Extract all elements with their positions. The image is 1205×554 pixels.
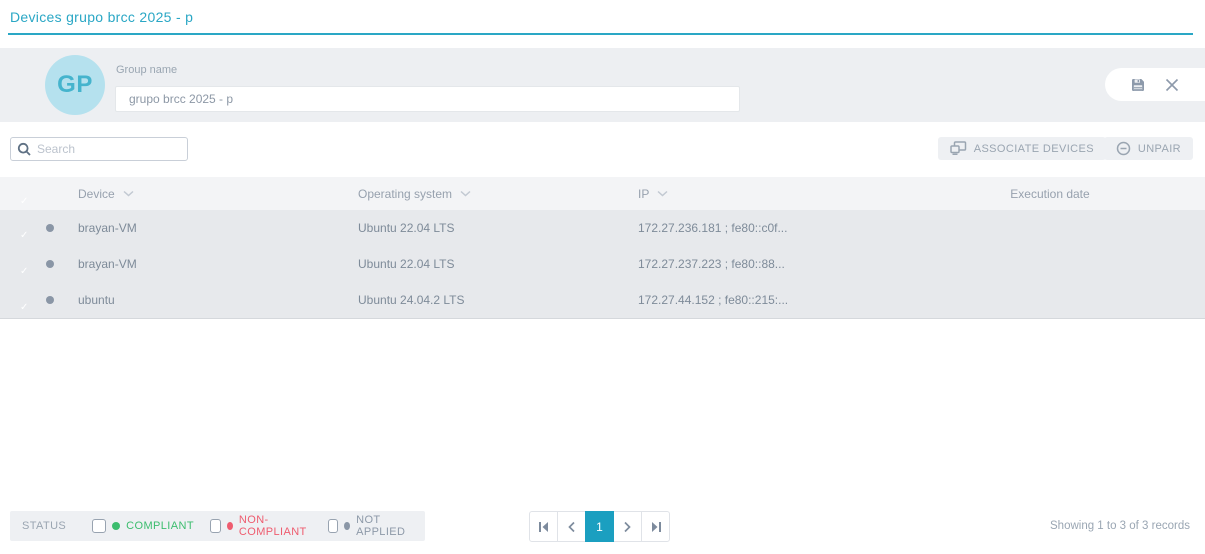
previous-page-icon [567,521,576,533]
last-page-button[interactable] [641,511,670,542]
search-icon [17,142,32,157]
associate-devices-button[interactable]: ASSOCIATE DEVICES [938,137,1106,160]
status-dot [46,260,54,268]
column-label: Execution date [1010,187,1089,201]
status-legend-label: STATUS [10,520,78,532]
column-label: Operating system [358,187,452,201]
compliant-dot-icon [112,522,120,530]
unpair-icon [1116,141,1131,156]
not-applied-dot-icon [344,522,350,530]
status-dot [46,224,54,232]
device-os: Ubuntu 22.04 LTS [358,221,455,235]
device-name: brayan-VM [78,221,137,235]
pagination: 1 [529,511,670,542]
column-header-os[interactable]: Operating system [358,187,471,201]
devices-icon [950,141,967,156]
compliant-label: COMPLIANT [126,520,194,532]
next-page-button[interactable] [613,511,642,542]
unpair-label: UNPAIR [1138,143,1181,155]
legend-item-compliant[interactable]: COMPLIANT [92,519,194,533]
page-1-button[interactable]: 1 [585,511,614,542]
unpair-button[interactable]: UNPAIR [1104,137,1193,160]
table-header: Device Operating system IP Execution dat… [0,177,1205,210]
non-compliant-dot-icon [227,522,233,530]
device-ip: 172.27.236.181 ; fe80::c0f... [638,221,787,235]
group-avatar: GP [45,55,105,115]
table-row[interactable]: brayan-VM Ubuntu 22.04 LTS 172.27.236.18… [0,210,1205,246]
group-name-input[interactable] [115,86,740,112]
title-divider [8,33,1193,35]
next-page-icon [623,521,632,533]
previous-page-button[interactable] [557,511,586,542]
compliant-checkbox[interactable] [92,519,106,533]
table-row[interactable]: ubuntu Ubuntu 24.04.2 LTS 172.27.44.152 … [0,282,1205,319]
search-box [10,137,188,161]
device-os: Ubuntu 24.04.2 LTS [358,293,465,307]
table-row[interactable]: brayan-VM Ubuntu 22.04 LTS 172.27.237.22… [0,246,1205,282]
non-compliant-checkbox[interactable] [210,519,221,533]
sort-chevron-icon [460,190,471,197]
last-page-icon [650,521,662,533]
sort-chevron-icon [123,190,134,197]
first-page-button[interactable] [529,511,558,542]
save-icon [1130,77,1146,93]
group-panel: GP Group name [0,48,1205,122]
status-legend: STATUS COMPLIANT NON-COMPLIANT NOT APPLI… [10,511,425,541]
not-applied-checkbox[interactable] [328,519,339,533]
device-ip: 172.27.44.152 ; fe80::215:... [638,293,788,307]
first-page-icon [538,521,550,533]
column-label: IP [638,187,649,201]
device-ip: 172.27.237.223 ; fe80::88... [638,257,785,271]
panel-actions [1105,68,1205,101]
device-os: Ubuntu 22.04 LTS [358,257,455,271]
column-label: Device [78,187,115,201]
legend-item-not-applied[interactable]: NOT APPLIED [328,514,411,538]
associate-devices-label: ASSOCIATE DEVICES [974,143,1094,155]
search-input[interactable] [37,142,181,156]
not-applied-label: NOT APPLIED [356,514,411,538]
device-name: brayan-VM [78,257,137,271]
save-button[interactable] [1128,75,1148,95]
close-button[interactable] [1162,75,1182,95]
device-name: ubuntu [78,293,115,307]
non-compliant-label: NON-COMPLIANT [239,514,312,538]
page-title: Devices grupo brcc 2025 - p [10,9,193,25]
records-summary: Showing 1 to 3 of 3 records [1050,520,1190,532]
legend-item-non-compliant[interactable]: NON-COMPLIANT [210,514,312,538]
close-icon [1164,77,1180,93]
column-header-execution-date: Execution date [930,187,1170,201]
status-dot [46,296,54,304]
group-name-label: Group name [116,64,177,76]
sort-chevron-icon [657,190,668,197]
column-header-ip[interactable]: IP [638,187,668,201]
devices-group-page: Devices grupo brcc 2025 - p GP Group nam… [0,0,1205,554]
column-header-device[interactable]: Device [78,187,134,201]
